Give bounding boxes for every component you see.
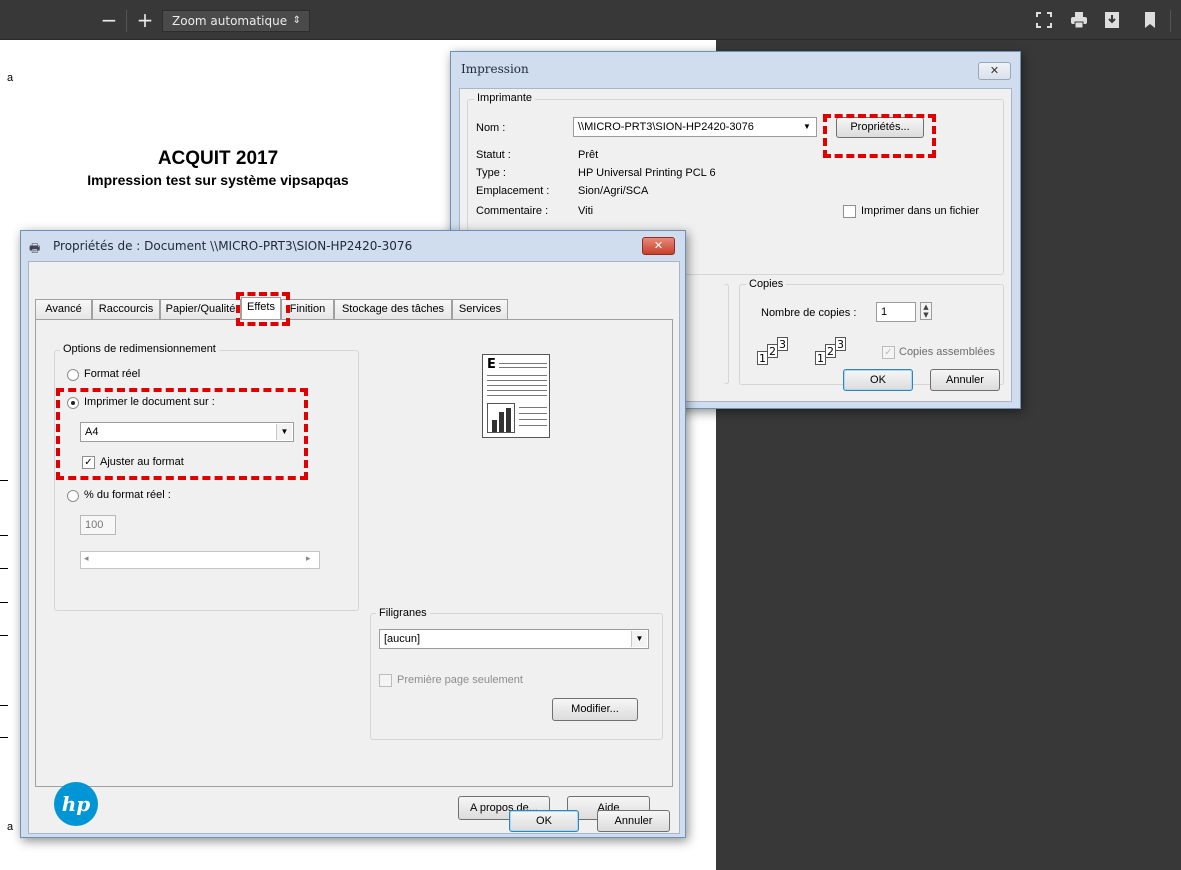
- toolbar-separator: [1170, 10, 1171, 32]
- preview-letter: E: [487, 357, 496, 372]
- tab-shortcuts[interactable]: Raccourcis: [92, 299, 160, 319]
- table-rule: [0, 705, 8, 706]
- collate-checkbox[interactable]: ✓: [882, 346, 895, 359]
- chevron-left-icon: ◂: [84, 554, 89, 564]
- actual-size-radio[interactable]: [67, 369, 79, 381]
- copies-input[interactable]: 1: [876, 302, 916, 322]
- ok-button[interactable]: OK: [843, 369, 913, 391]
- zoom-value: Zoom automatique: [172, 14, 288, 28]
- print-icon[interactable]: [1070, 11, 1088, 29]
- download-icon[interactable]: [1104, 11, 1120, 29]
- table-rule: [0, 737, 8, 738]
- resize-options-label: Options de redimensionnement: [60, 343, 219, 355]
- print-to-file-checkbox[interactable]: [843, 205, 856, 218]
- status-label: Statut :: [476, 149, 511, 161]
- effects-tab-panel: Options de redimensionnement Format réel…: [35, 319, 673, 826]
- type-label: Type :: [476, 167, 506, 179]
- printer-group-label: Imprimante: [474, 92, 536, 104]
- cancel-button[interactable]: Annuler: [597, 810, 670, 832]
- document-title: ACQUIT 2017: [157, 148, 279, 169]
- print-to-file-label: Imprimer dans un fichier: [861, 205, 979, 217]
- watermarks-label: Filigranes: [376, 607, 430, 619]
- toolbar-separator: [126, 10, 127, 32]
- location-label: Emplacement :: [476, 185, 550, 197]
- highlight-annotation: [56, 388, 308, 480]
- chevron-down-icon: ▼: [631, 631, 647, 647]
- edit-watermark-button[interactable]: Modifier...: [552, 698, 638, 721]
- table-rule: [0, 568, 8, 569]
- zoom-out-button[interactable]: −: [96, 0, 122, 40]
- status-value: Prêt: [578, 149, 599, 161]
- chevron-down-icon: ▼: [799, 119, 815, 135]
- percent-size-label: % du format réel :: [84, 489, 171, 501]
- zoom-in-button[interactable]: +: [132, 0, 158, 40]
- highlight-annotation: [236, 292, 290, 326]
- viewer-toolbar: − + Zoom automatique ⇕: [0, 0, 1181, 40]
- location-value: Sion/Agri/SCA: [578, 185, 649, 197]
- tab-paper-quality[interactable]: Papier/Qualité: [160, 299, 241, 319]
- table-rule: [0, 602, 8, 603]
- first-page-only-label: Première page seulement: [397, 674, 523, 686]
- close-button[interactable]: ✕: [978, 62, 1011, 80]
- comment-value: Viti: [578, 205, 594, 217]
- actual-size-label: Format réel: [84, 368, 141, 380]
- chevron-updown-icon: ⇕: [292, 15, 301, 26]
- table-rule: [0, 535, 8, 536]
- collate-label: Copies assemblées: [899, 346, 995, 358]
- dialog-title: Impression: [461, 62, 529, 76]
- hp-logo: hp: [54, 782, 98, 826]
- zoom-select[interactable]: Zoom automatique ⇕: [162, 10, 310, 32]
- tab-job-storage[interactable]: Stockage des tâches: [334, 299, 452, 319]
- ok-button[interactable]: OK: [509, 810, 579, 832]
- printer-select[interactable]: \\MICRO-PRT3\SION-HP2420-3076 ▼: [573, 117, 817, 137]
- page-range-group: [724, 284, 729, 384]
- document-preview: E: [482, 354, 550, 438]
- tab-advanced[interactable]: Avancé: [35, 299, 92, 319]
- tab-services[interactable]: Services: [452, 299, 508, 319]
- first-page-only-checkbox[interactable]: [379, 674, 392, 687]
- document-subtitle: Impression test sur système vipsapqas: [87, 172, 349, 188]
- percent-slider[interactable]: ◂ ▸: [80, 551, 320, 569]
- printer-select-value: \\MICRO-PRT3\SION-HP2420-3076: [578, 121, 754, 133]
- name-label: Nom :: [476, 122, 506, 134]
- printer-properties-dialog: 🖶 Propriétés de : Document \\MICRO-PRT3\…: [20, 230, 686, 838]
- copies-spinner[interactable]: ▲ ▼: [920, 302, 932, 320]
- watermark-select[interactable]: [aucun] ▼: [379, 629, 649, 649]
- percent-size-radio[interactable]: [67, 490, 79, 502]
- presentation-mode-icon[interactable]: [1036, 12, 1052, 28]
- close-button[interactable]: ✕: [642, 237, 675, 255]
- highlight-annotation: [823, 114, 936, 158]
- document-text-fragment: a: [7, 72, 14, 84]
- printer-icon: 🖶: [29, 241, 41, 255]
- watermark-value: [aucun]: [384, 633, 421, 645]
- collate-icon-1: 123: [757, 337, 788, 365]
- collate-icon-2: 123: [815, 337, 846, 365]
- type-value: HP Universal Printing PCL 6: [578, 167, 716, 179]
- chevron-right-icon: ▸: [306, 554, 311, 564]
- document-text-fragment: a: [7, 821, 14, 833]
- dialog-body: Avancé Raccourcis Papier/Qualité Effets …: [28, 261, 680, 834]
- dialog-title: Propriétés de : Document \\MICRO-PRT3\SI…: [53, 239, 413, 253]
- comment-label: Commentaire :: [476, 205, 549, 217]
- table-rule: [0, 480, 8, 481]
- chart-thumbnail-icon: [487, 403, 515, 433]
- cancel-button[interactable]: Annuler: [930, 369, 1000, 391]
- percent-input[interactable]: 100: [80, 515, 116, 535]
- copies-value: 1: [881, 306, 888, 318]
- copies-group-label: Copies: [746, 278, 787, 290]
- copies-label: Nombre de copies :: [761, 307, 857, 319]
- table-rule: [0, 635, 8, 636]
- bookmark-icon[interactable]: [1144, 11, 1156, 29]
